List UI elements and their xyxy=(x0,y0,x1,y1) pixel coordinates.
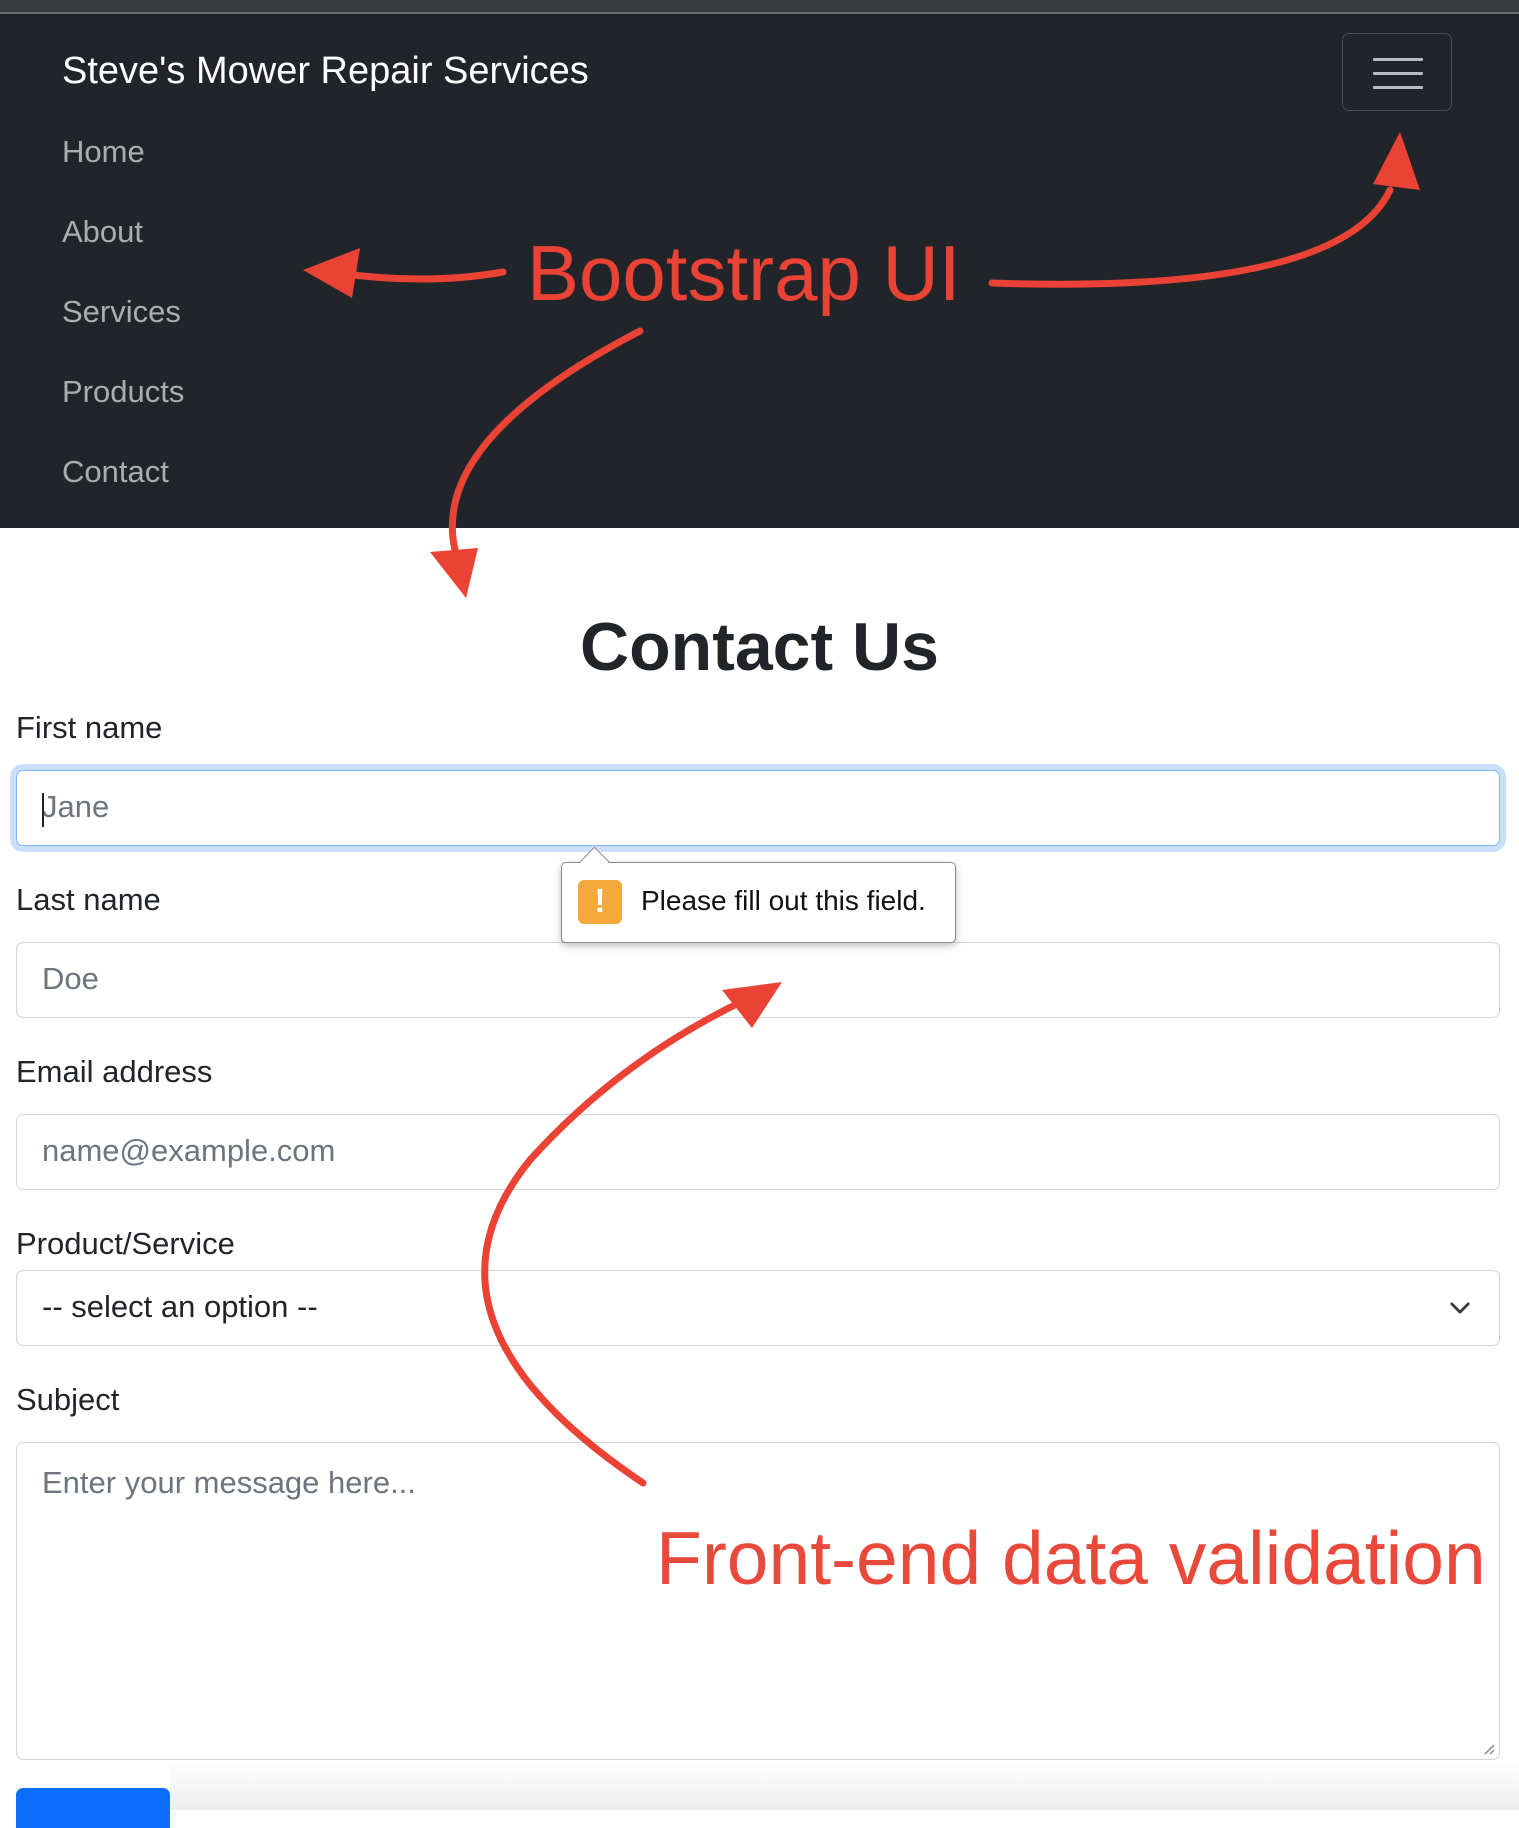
annotation-front-end-validation: Front-end data validation xyxy=(656,1516,1486,1600)
resize-grip-icon[interactable] xyxy=(1479,1739,1495,1755)
subject-label: Subject xyxy=(16,1382,120,1417)
navbar-toggler-button[interactable] xyxy=(1342,33,1452,111)
arrow-to-tooltip xyxy=(481,996,749,1487)
product-service-select[interactable]: -- select an option -- xyxy=(16,1270,1500,1346)
last-name-placeholder: Doe xyxy=(42,961,99,996)
nav-item-services[interactable]: Services xyxy=(62,294,181,330)
product-service-selected: -- select an option -- xyxy=(42,1289,318,1324)
browser-top-strip xyxy=(0,0,1519,14)
bottom-shade xyxy=(170,1760,1519,1810)
text-cursor xyxy=(42,793,44,827)
subject-textarea[interactable]: Enter your message here... xyxy=(16,1442,1500,1760)
validation-message: Please fill out this field. xyxy=(641,885,926,916)
product-service-label: Product/Service xyxy=(16,1226,235,1261)
arrowhead-form xyxy=(430,548,478,598)
nav-item-products[interactable]: Products xyxy=(62,374,184,410)
nav-item-contact[interactable]: Contact xyxy=(62,454,169,490)
hamburger-icon-bar xyxy=(1373,72,1423,75)
hamburger-icon xyxy=(1373,58,1423,61)
last-name-label: Last name xyxy=(16,882,161,917)
chevron-down-icon xyxy=(1450,1302,1470,1314)
email-input[interactable]: name@example.com xyxy=(16,1114,1500,1190)
tooltip-pointer xyxy=(579,846,610,877)
validation-tooltip: ! Please fill out this field. xyxy=(561,846,956,943)
annotation-bootstrap-ui: Bootstrap UI xyxy=(527,229,961,317)
first-name-input[interactable]: Jane xyxy=(16,770,1500,846)
hamburger-icon-bar xyxy=(1373,86,1423,89)
first-name-placeholder: Jane xyxy=(42,789,110,824)
submit-button[interactable] xyxy=(16,1788,170,1828)
nav-item-about[interactable]: About xyxy=(62,214,143,250)
navbar-brand[interactable]: Steve's Mower Repair Services xyxy=(62,50,589,93)
first-name-label: First name xyxy=(16,710,163,745)
subject-placeholder: Enter your message here... xyxy=(42,1465,416,1500)
email-label: Email address xyxy=(16,1054,213,1089)
page-title: Contact Us xyxy=(580,609,939,685)
nav-item-home[interactable]: Home xyxy=(62,134,145,170)
last-name-input[interactable]: Doe xyxy=(16,942,1500,1018)
email-placeholder: name@example.com xyxy=(42,1133,336,1168)
warning-icon: ! xyxy=(578,880,622,924)
